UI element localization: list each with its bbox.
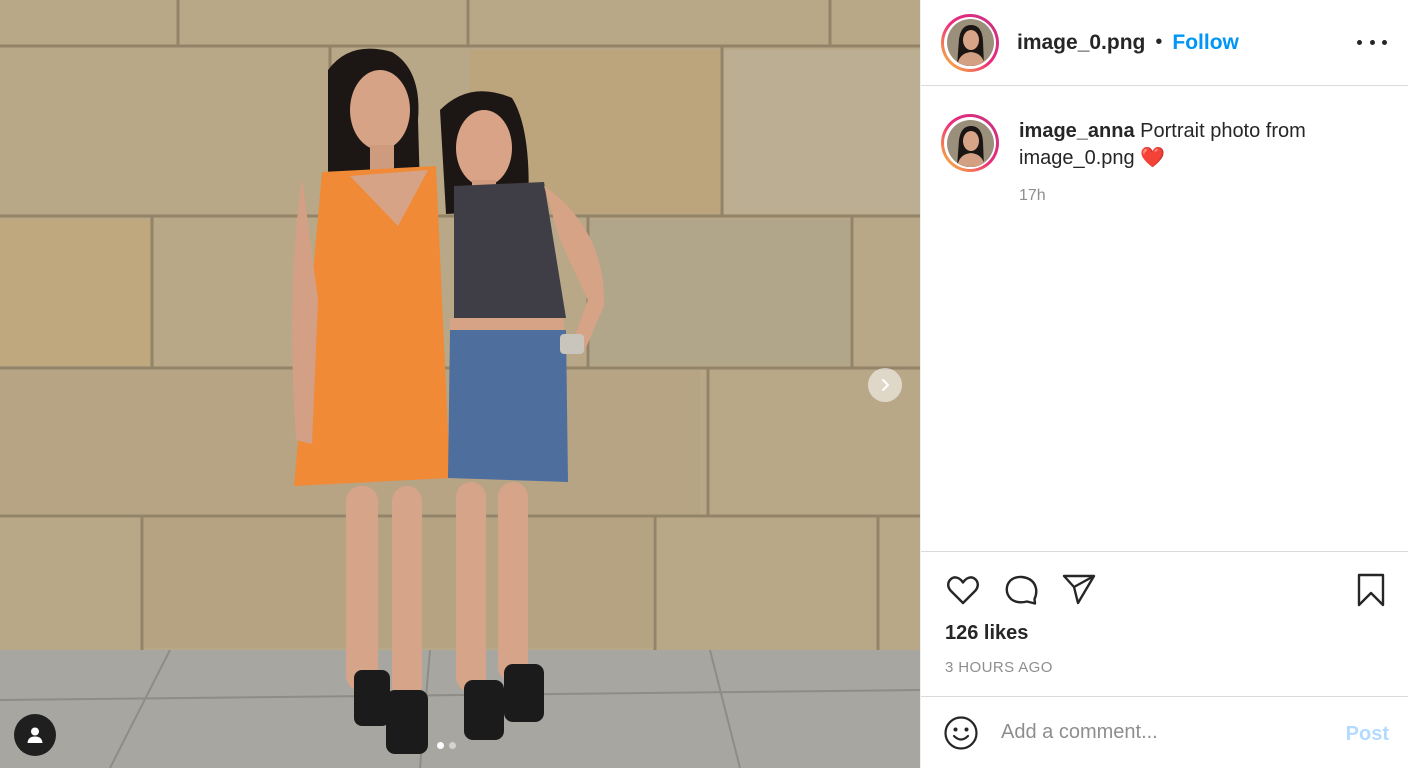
carousel-dot [449,742,456,749]
caption-username[interactable]: image_anna [1019,120,1135,142]
user-icon [27,727,43,743]
post-photo[interactable] [0,0,920,768]
next-slide-button[interactable] [868,368,902,402]
photo-scene [0,0,920,768]
follow-button[interactable]: Follow [1172,31,1239,55]
more-horizontal-icon [1357,39,1362,45]
avatar[interactable] [941,13,999,72]
like-heart-icon[interactable] [945,572,981,608]
comment-input[interactable] [1001,721,1321,744]
caption: image_anna Portrait photo from image_0.p… [941,114,1391,209]
post-comment-button[interactable]: Post [1346,723,1389,746]
caption-avatar[interactable] [941,114,999,172]
carousel-dot-active [437,742,444,749]
emoji-icon[interactable] [943,715,979,751]
heart-emoji: ❤️ [1140,147,1166,169]
post-side-panel: image_0.png • Follow image_anna Portrait… [920,0,1408,768]
caption-timestamp[interactable]: 17h [1019,182,1349,209]
likes-count[interactable]: 126 likes [945,622,1028,645]
comment-icon[interactable] [1003,572,1039,608]
post-username[interactable]: image_0.png [1017,31,1145,55]
post-actions: 126 likes 3 HOURS AGO [921,551,1408,696]
caption-avatar-image [946,119,994,167]
post-timestamp: 3 HOURS AGO [945,659,1053,676]
post-header: image_0.png • Follow [921,0,1408,86]
chevron-right-icon [882,379,889,391]
bookmark-icon[interactable] [1353,572,1389,608]
more-options-button[interactable] [1357,28,1387,56]
tagged-users-button[interactable] [14,714,56,756]
header-separator: • [1155,31,1163,53]
avatar-image [946,19,994,66]
comment-bar: Post [921,696,1408,768]
share-icon[interactable] [1061,572,1097,608]
carousel-indicator [437,742,456,749]
